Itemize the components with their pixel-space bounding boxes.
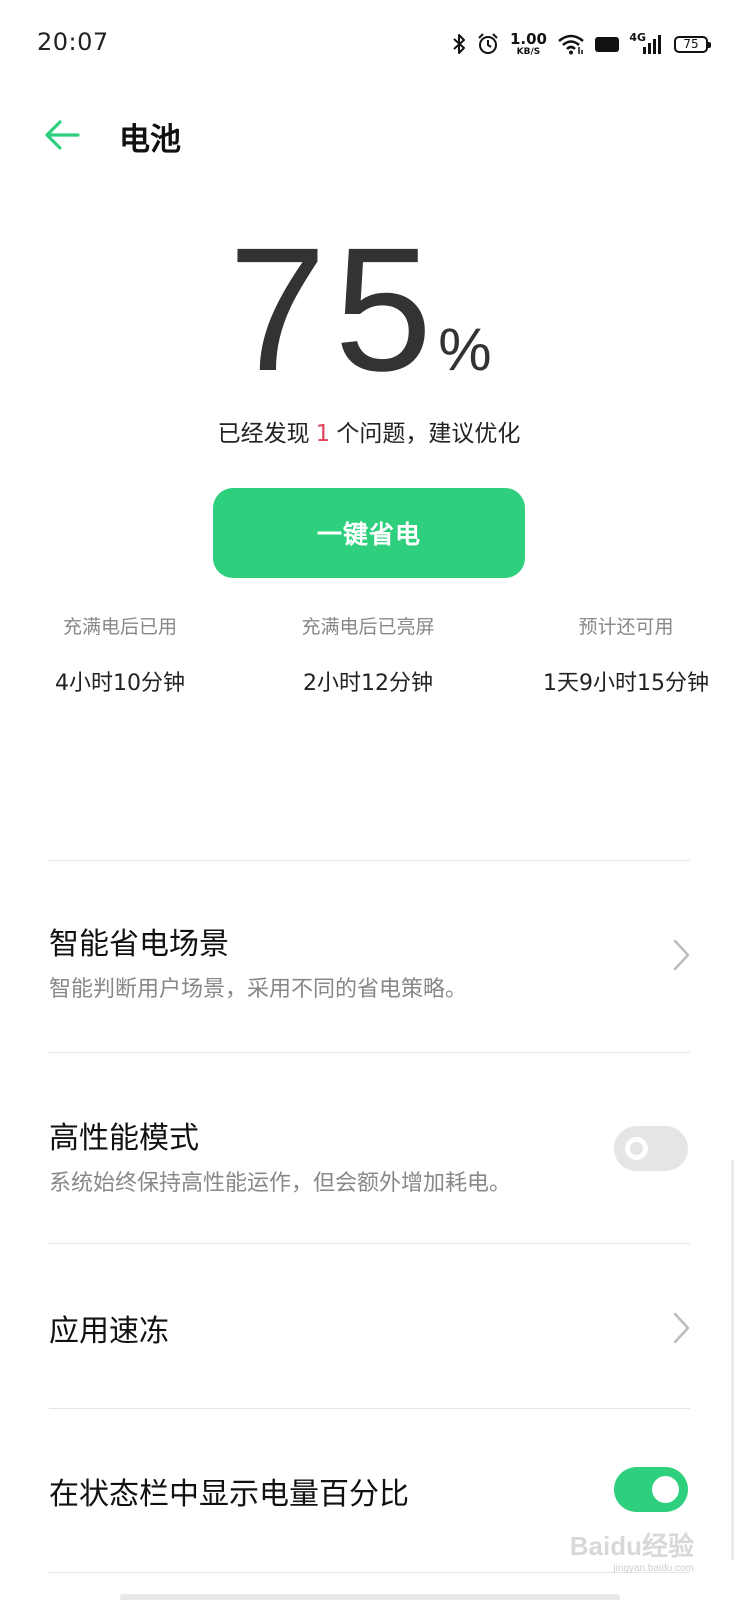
status-time: 20:07 [37,28,109,56]
bluetooth-icon [452,33,466,55]
one-tap-power-save-button[interactable]: 一键省电 [213,488,525,578]
issue-summary: 已经发现 1 个问题，建议优化 [0,414,738,448]
smart-power-saving-scene-row[interactable]: 智能省电场景 智能判断用户场景，采用不同的省电策略。 [0,861,738,1053]
back-button[interactable] [40,115,84,155]
stat-used-since-full-charge: 充满电后已用 4小时10分钟 [0,612,240,697]
net-speed: 1.00 KB/S [509,29,547,57]
stat-value: 4小时10分钟 [55,671,185,696]
issue-count: 1 [315,421,331,447]
row-subtitle: 智能判断用户场景，采用不同的省电策略。 [49,977,468,1002]
chevron-right-icon [673,939,690,971]
battery-percent-sign: % [438,316,492,383]
network-type: 4G [629,30,646,44]
hd-icon: HD [594,36,620,52]
watermark-text: Baidu经验 [569,1531,694,1561]
high-performance-toggle[interactable] [614,1126,688,1171]
net-speed-unit: KB/S [516,46,541,57]
status-bar: 20:07 1.00 KB/S HD 4G 75 [0,0,738,90]
arrow-left-icon [45,120,80,150]
wifi-icon [557,33,585,55]
stat-label: 预计还可用 [578,616,674,638]
stat-label: 充满电后已用 [62,616,177,638]
issue-suffix: 个问题，建议优化 [336,421,521,447]
status-icons: 1.00 KB/S HD 4G 75 [452,26,711,62]
high-performance-mode-row: 高性能模式 系统始终保持高性能运作，但会额外增加耗电。 [0,1053,738,1244]
battery-icon: 75 [674,35,711,53]
net-speed-value: 1.00 [509,29,547,48]
stat-estimated-remaining: 预计还可用 1天9小时15分钟 [506,612,738,697]
issue-prefix: 已经发现 [217,421,310,447]
watermark-sub: jingyan.baidu.com [613,1563,694,1574]
row-subtitle: 系统始终保持高性能运作，但会额外增加耗电。 [49,1171,512,1196]
stat-value: 1天9小时15分钟 [543,671,709,696]
page-title: 电池 [119,122,181,158]
app-quick-freeze-row[interactable]: 应用速冻 [0,1244,738,1408]
signal-icon: 4G [629,30,664,55]
toggle-knob [625,1137,648,1160]
stat-value: 2小时12分钟 [303,671,433,696]
row-title: 在状态栏中显示电量百分比 [49,1477,409,1512]
stat-label: 充满电后已亮屏 [301,616,435,638]
row-title: 应用速冻 [49,1314,169,1349]
alarm-icon [476,32,500,56]
battery-percent: 75% [0,222,738,398]
show-battery-percent-toggle[interactable] [614,1467,688,1512]
battery-percent-value: 75 [228,212,441,408]
row-title: 智能省电场景 [49,927,229,962]
stat-screen-on-since-full-charge: 充满电后已亮屏 2小时12分钟 [248,612,488,697]
header: 电池 [0,100,738,170]
baidu-watermark: Baidu经验 jingyan.baidu.com [570,1526,694,1574]
scrollbar[interactable] [731,1160,734,1560]
bottom-gesture-bar [120,1594,620,1600]
toggle-knob [652,1476,679,1503]
row-title: 高性能模式 [49,1121,199,1156]
chevron-right-icon [673,1312,690,1344]
